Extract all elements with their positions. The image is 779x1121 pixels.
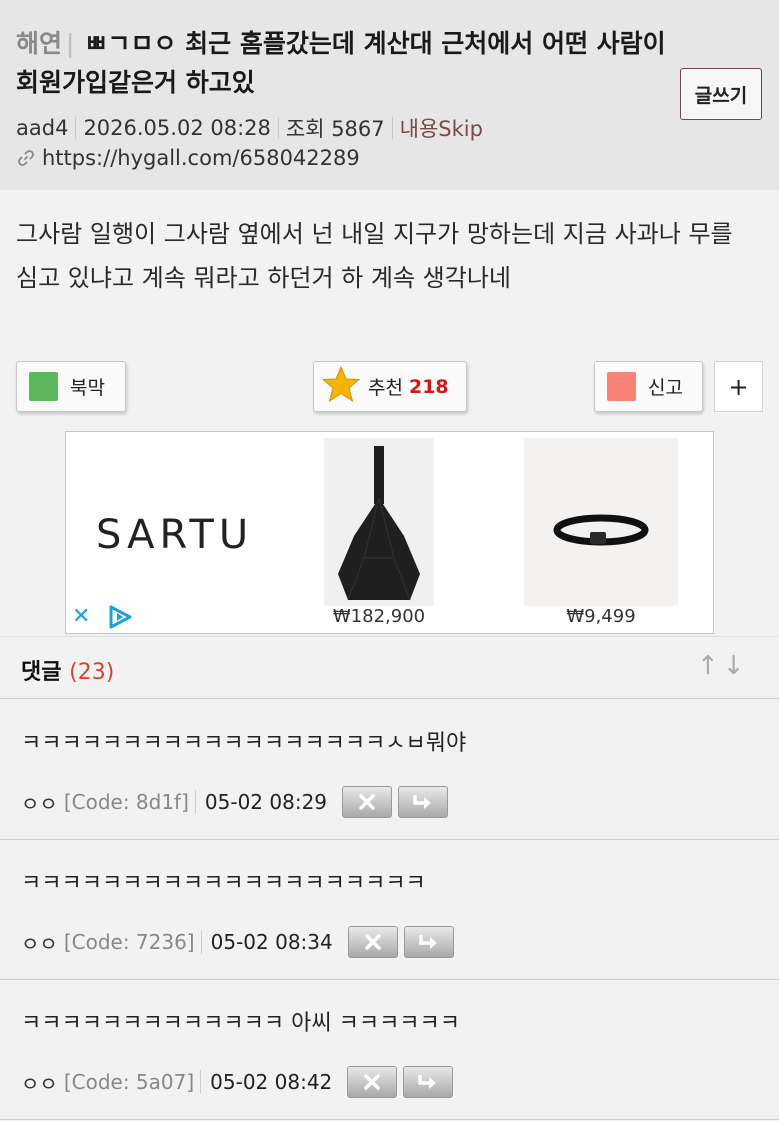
post-meta: aad4 2026.05.02 08:28 조회 5867 내용Skip <box>16 113 483 143</box>
bookmark-button[interactable]: 북막 <box>16 361 126 412</box>
write-button[interactable]: 글쓰기 <box>680 68 762 120</box>
delete-icon[interactable] <box>342 786 393 818</box>
comment-time: 05-02 08:34 <box>210 930 333 954</box>
ad-brand-logo[interactable]: SARTU <box>96 512 253 558</box>
recommend-button[interactable]: 추천 218 <box>313 361 467 412</box>
comment-item: ㅋㅋㅋㅋㅋㅋㅋㅋㅋㅋㅋㅋㅋㅋㅋㅋㅋㅋㅋㅋ ㅇㅇ [Code: 7236] 05-… <box>0 840 779 980</box>
post-title-text: ㅃㄱㅁㅇ 최근 홈플갔는데 계산대 근처에서 어떤 사람이 회원가입같은거 하고… <box>16 29 666 97</box>
recommend-count: 218 <box>408 375 449 398</box>
post-header: 해연 | ㅃㄱㅁㅇ 최근 홈플갔는데 계산대 근처에서 어떤 사람이 회원가입같은거… <box>0 0 779 190</box>
report-square-icon <box>607 372 636 401</box>
comment-item: ㅋㅋㅋㅋㅋㅋㅋㅋㅋㅋㅋㅋㅋ 아씨 ㅋㅋㅋㅋㅋㅋ ㅇㅇ [Code: 5a07] … <box>0 980 779 1120</box>
post-category[interactable]: 해연 <box>16 29 62 58</box>
link-icon <box>16 148 36 168</box>
ad-price-belt: ₩9,499 <box>566 606 636 627</box>
comment-text: ㅋㅋㅋㅋㅋㅋㅋㅋㅋㅋㅋㅋㅋㅋㅋㅋㅋㅋㅋㅋ <box>21 871 426 896</box>
report-label: 신고 <box>648 377 683 399</box>
star-icon <box>321 365 361 407</box>
reply-icon[interactable] <box>403 1066 454 1098</box>
comment-code: [Code: 5a07] <box>63 1070 195 1094</box>
comment-text: ㅋㅋㅋㅋㅋㅋㅋㅋㅋㅋㅋㅋㅋ 아씨 ㅋㅋㅋㅋㅋㅋ <box>21 1011 461 1036</box>
comment-item: ㅋㅋㅋㅋㅋㅋㅋㅋㅋㅋㅋㅋㅋㅋㅋㅋㅋㅋㅅㅂ뭐야 ㅇㅇ [Code: 8d1f] 0… <box>0 700 779 840</box>
reply-icon[interactable] <box>403 926 454 958</box>
comments-count: (23) <box>69 660 115 685</box>
more-button[interactable]: + <box>714 361 763 412</box>
post-url[interactable]: https://hygall.com/658042289 <box>16 146 360 170</box>
comment-time: 05-02 08:42 <box>210 1070 333 1094</box>
post-url-text[interactable]: https://hygall.com/658042289 <box>42 146 360 170</box>
ad-product-belt-image[interactable] <box>524 438 678 606</box>
post-date: 2026.05.02 08:28 <box>83 116 271 140</box>
comment-text: ㅋㅋㅋㅋㅋㅋㅋㅋㅋㅋㅋㅋㅋㅋㅋㅋㅋㅋㅅㅂ뭐야 <box>21 731 467 756</box>
bookmark-square-icon <box>29 372 58 401</box>
comments-header: 댓글 (23) ↑↓ <box>0 636 779 699</box>
ad-banner[interactable]: SARTU ₩182,900 ₩9,499 ✕ <box>65 431 714 634</box>
delete-icon[interactable] <box>347 926 398 958</box>
recommend-label: 추천 <box>368 377 403 399</box>
ad-price-bag: ₩182,900 <box>332 606 426 627</box>
comment-nick: ㅇㅇ <box>21 931 58 956</box>
comment-code: [Code: 7236] <box>63 930 195 954</box>
reply-icon[interactable] <box>398 786 449 818</box>
comment-time: 05-02 08:29 <box>204 790 328 814</box>
comment-code: [Code: 8d1f] <box>63 790 189 814</box>
post-body: 그사람 일행이 그사람 옆에서 넌 내일 지구가 망하는데 지금 사과나 무를 … <box>16 220 733 292</box>
post-title: 해연 | ㅃㄱㅁㅇ 최근 홈플갔는데 계산대 근처에서 어떤 사람이 회원가입같은거… <box>16 29 666 97</box>
skip-link[interactable]: 내용Skip <box>400 113 483 143</box>
ad-product-bag-image[interactable] <box>324 438 434 606</box>
ad-play-icon[interactable] <box>106 604 134 634</box>
bookmark-label: 북막 <box>70 377 105 399</box>
comment-nick: ㅇㅇ <box>21 1071 58 1096</box>
comments-label: 댓글 <box>21 660 62 685</box>
sort-arrows-icon[interactable]: ↑↓ <box>697 651 749 681</box>
comment-nick: ㅇㅇ <box>21 791 58 816</box>
post-views: 조회 5867 <box>285 117 385 141</box>
delete-icon[interactable] <box>347 1066 398 1098</box>
post-author[interactable]: aad4 <box>16 116 68 140</box>
report-button[interactable]: 신고 <box>594 361 703 412</box>
ad-close-icon[interactable]: ✕ <box>72 604 90 629</box>
